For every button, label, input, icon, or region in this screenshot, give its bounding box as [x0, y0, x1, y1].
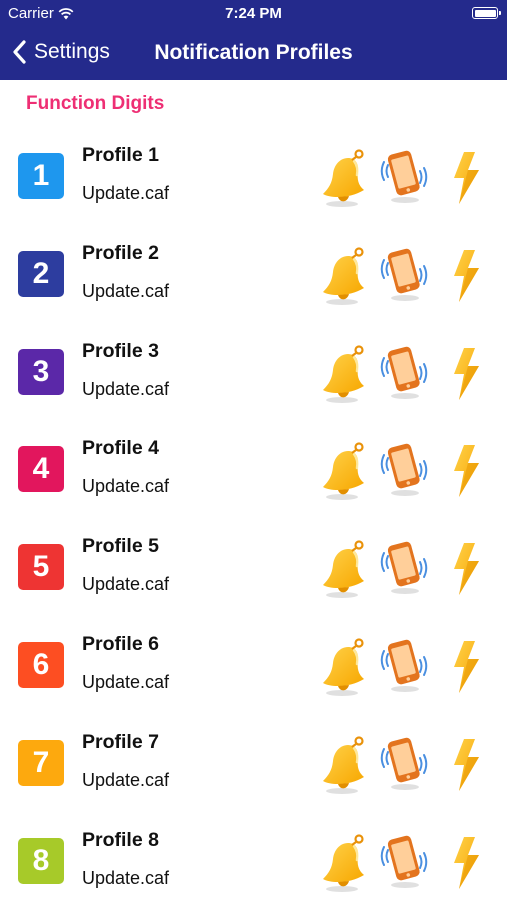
profile-digit: 5	[32, 550, 50, 584]
profile-digit: 3	[32, 354, 50, 388]
profile-digit-badge: 7	[18, 739, 64, 786]
bell-icon[interactable]	[318, 148, 370, 208]
profile-row-4[interactable]: 4 Profile 4 Update.caf	[0, 421, 507, 519]
status-time: 7:24 PM	[225, 5, 282, 22]
profile-digit-badge: 2	[18, 250, 64, 297]
profile-name: Profile 2	[82, 241, 159, 264]
profile-digit: 4	[32, 452, 50, 486]
lightning-bolt-icon[interactable]	[448, 443, 484, 499]
profile-row-2[interactable]: 2 Profile 2 Update.caf	[0, 226, 507, 324]
lightning-bolt-icon[interactable]	[448, 346, 484, 402]
profile-digit: 8	[32, 843, 50, 877]
profile-digit: 7	[32, 745, 50, 779]
bell-icon[interactable]	[318, 833, 370, 893]
vibrating-phone-icon[interactable]	[378, 441, 430, 497]
profile-name: Profile 8	[82, 828, 159, 851]
vibrating-phone-icon[interactable]	[378, 246, 430, 302]
profile-row-7[interactable]: 7 Profile 7 Update.caf	[0, 715, 507, 813]
profile-name: Profile 7	[82, 730, 159, 753]
vibrating-phone-icon[interactable]	[378, 148, 430, 204]
profile-digit-badge: 3	[18, 348, 64, 395]
profile-digit: 2	[32, 256, 50, 290]
profile-row-1[interactable]: 1 Profile 1 Update.caf	[0, 128, 507, 226]
profile-row-8[interactable]: 8 Profile 8 Update.caf	[0, 813, 507, 910]
vibrating-phone-icon[interactable]	[378, 539, 430, 595]
profile-digit-badge: 6	[18, 641, 64, 688]
profile-digit-badge: 4	[18, 446, 64, 493]
bell-icon[interactable]	[318, 441, 370, 501]
bell-icon[interactable]	[318, 735, 370, 795]
profile-digit-badge: 5	[18, 544, 64, 591]
profile-name: Profile 4	[82, 437, 159, 460]
profile-list: 1 Profile 1 Update.caf 2 Profile 2 Updat…	[0, 128, 507, 910]
profile-sound: Update.caf	[82, 280, 170, 301]
profile-sound: Update.caf	[82, 183, 170, 203]
bell-icon[interactable]	[318, 637, 370, 697]
bell-icon[interactable]	[318, 246, 370, 306]
lightning-bolt-icon[interactable]	[448, 835, 484, 891]
profile-name: Profile 1	[82, 144, 159, 166]
vibrating-phone-icon[interactable]	[378, 833, 430, 889]
lightning-bolt-icon[interactable]	[448, 639, 484, 695]
profile-sound: Update.caf	[82, 867, 170, 888]
header: Carrier 7:24 PM Settings Notification Pr…	[0, 0, 507, 80]
profile-name: Profile 5	[82, 535, 159, 558]
vibrating-phone-icon[interactable]	[378, 344, 430, 400]
vibrating-phone-icon[interactable]	[378, 637, 430, 693]
profile-row-5[interactable]: 5 Profile 5 Update.caf	[0, 519, 507, 617]
status-bar: Carrier 7:24 PM	[0, 0, 507, 28]
profile-name: Profile 3	[82, 339, 159, 362]
battery-icon	[472, 7, 501, 19]
lightning-bolt-icon[interactable]	[448, 248, 484, 304]
profile-name: Profile 6	[82, 632, 159, 655]
lightning-bolt-icon[interactable]	[448, 150, 484, 206]
profile-digit: 6	[32, 647, 50, 681]
vibrating-phone-icon[interactable]	[378, 735, 430, 791]
lightning-bolt-icon[interactable]	[448, 737, 484, 793]
profile-sound: Update.caf	[82, 378, 170, 399]
page-title: Notification Profiles	[154, 41, 353, 64]
profile-row-3[interactable]: 3 Profile 3 Update.caf	[0, 324, 507, 422]
profile-sound: Update.caf	[82, 574, 170, 595]
bell-icon[interactable]	[318, 539, 370, 599]
profile-sound: Update.caf	[82, 671, 170, 692]
profile-row-6[interactable]: 6 Profile 6 Update.caf	[0, 617, 507, 715]
profile-digit-badge: 8	[18, 837, 64, 884]
profile-digit: 1	[32, 159, 50, 192]
profile-sound: Update.caf	[82, 476, 170, 497]
lightning-bolt-icon[interactable]	[448, 541, 484, 597]
section-title: Function Digits	[26, 93, 165, 114]
profile-sound: Update.caf	[82, 769, 170, 790]
navigation-bar: Settings Notification Profiles	[0, 28, 507, 80]
profile-digit-badge: 1	[18, 153, 64, 199]
bell-icon[interactable]	[318, 344, 370, 404]
